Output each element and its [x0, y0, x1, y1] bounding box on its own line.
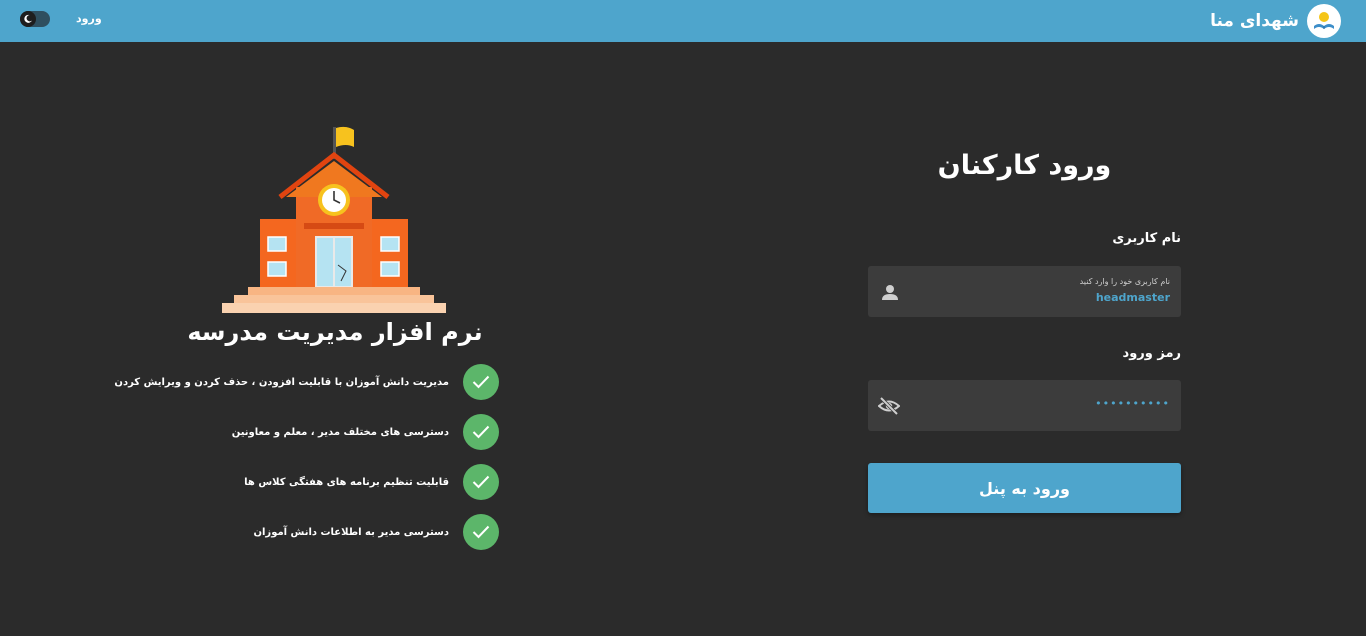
check-icon — [463, 514, 499, 550]
feature-text: قابلیت تنظیم برنامه های هفتگی کلاس ها — [244, 476, 449, 488]
login-title: ورود کارکنان — [937, 150, 1112, 181]
person-icon — [880, 282, 900, 302]
feature-item: دسترسی های مختلف مدیر ، معلم و معاونین — [232, 414, 499, 450]
check-icon — [463, 414, 499, 450]
brand[interactable]: شهدای منا — [1210, 3, 1341, 39]
feature-item: قابلیت تنظیم برنامه های هفتگی کلاس ها — [244, 464, 499, 500]
eye-off-icon[interactable] — [877, 396, 901, 416]
feature-text: دسترسی مدیر به اطلاعات دانش آموزان — [253, 526, 449, 538]
moon-icon — [20, 11, 36, 27]
password-label: رمز ورود — [1122, 346, 1181, 361]
login-link[interactable]: ورود — [76, 12, 102, 25]
check-icon — [463, 464, 499, 500]
username-caption: نام کاربری خود را وارد کنید — [1079, 277, 1170, 286]
school-book-logo-icon — [1307, 4, 1341, 38]
check-icon — [463, 364, 499, 400]
username-label: نام کاربری — [1112, 231, 1181, 246]
username-value: headmaster — [1095, 291, 1170, 304]
feature-item: دسترسی مدیر به اطلاعات دانش آموزان — [253, 514, 499, 550]
feature-text: مدیریت دانش آموزان با قابلیت افزودن ، حذ… — [114, 376, 449, 388]
top-navbar: شهدای منا ورود — [0, 0, 1366, 42]
username-field[interactable]: نام کاربری خود را وارد کنید headmaster — [868, 266, 1181, 317]
feature-item: مدیریت دانش آموزان با قابلیت افزودن ، حذ… — [114, 364, 499, 400]
school-building-icon — [220, 125, 448, 315]
theme-toggle[interactable] — [20, 11, 50, 27]
feature-text: دسترسی های مختلف مدیر ، معلم و معاونین — [231, 426, 449, 438]
app-headline: نرم افزار مدیریت مدرسه — [187, 318, 483, 346]
login-submit-button[interactable]: ورود به پنل — [868, 463, 1181, 513]
password-value: •••••••••• — [1095, 397, 1170, 410]
brand-name: شهدای منا — [1210, 11, 1299, 31]
password-field[interactable]: •••••••••• — [868, 380, 1181, 431]
